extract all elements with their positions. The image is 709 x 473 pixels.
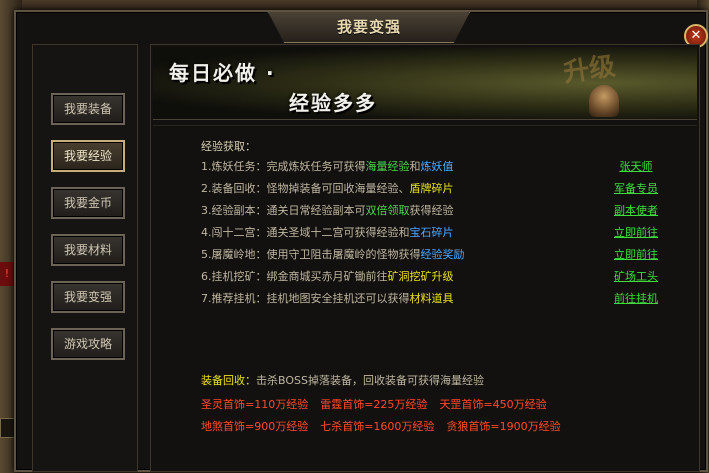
bonus-item: 天罡首饰=450万经验 [439, 398, 547, 411]
task-row: 2.装备回收：怪物掉装备可回收海量经验、盾牌碎片 军备专员 [201, 180, 681, 198]
task-highlight: 材料道具 [409, 292, 454, 305]
nav-button-equipment[interactable]: 我要装备 [51, 93, 125, 125]
task-name: 2.装备回收： [201, 182, 267, 195]
nav-button-experience[interactable]: 我要经验 [51, 140, 125, 172]
banner-title-line1: 每日必做 · [169, 61, 276, 85]
recycle-text: 击杀BOSS掉落装备，回收装备可获得海量经验 [256, 374, 484, 387]
task-highlight: 经验奖励 [420, 248, 465, 261]
task-link-dungeon-envoy[interactable]: 副本使者 [591, 202, 681, 220]
equipment-recycle-note: 装备回收：击杀BOSS掉落装备，回收装备可获得海量经验 [201, 372, 484, 388]
nav-button-guide[interactable]: 游戏攻略 [51, 328, 125, 360]
task-name: 1.炼妖任务： [201, 160, 267, 173]
main-panel: 每日必做 · 经验多多 升级 经验获取： 1.炼妖任务：完成炼妖任务可获得海量经… [150, 44, 700, 472]
nav-button-gold[interactable]: 我要金币 [51, 187, 125, 219]
daily-banner: 每日必做 · 经验多多 升级 [153, 47, 697, 120]
nav-panel: 我要装备 我要经验 我要金币 我要材料 我要变强 游戏攻略 [32, 44, 138, 472]
task-name: 4.闯十二宫： [201, 226, 267, 239]
banner-character-image [589, 85, 619, 117]
task-highlight: 盾牌碎片 [409, 182, 454, 195]
recycle-label: 装备回收： [201, 374, 256, 387]
task-desc-mid: 和 [409, 160, 421, 173]
section-title: 经验获取： [201, 140, 256, 153]
task-desc: 怪物掉装备可回收海量经验、 [266, 182, 410, 195]
task-row: 4.闯十二宫：通关圣域十二宫可获得经验和宝石碎片 立即前往 [201, 224, 681, 242]
task-name: 3.经验副本： [201, 204, 267, 217]
nav-button-materials[interactable]: 我要材料 [51, 234, 125, 266]
task-highlight-2: 炼妖值 [420, 160, 454, 173]
task-link-zhang-tianshi[interactable]: 张天师 [591, 158, 681, 176]
task-row: 7.推荐挂机：挂机地图安全挂机还可以获得材料道具 前往挂机 [201, 290, 681, 308]
task-name: 7.推荐挂机： [201, 292, 267, 305]
experience-content: 经验获取： 1.炼妖任务：完成炼妖任务可获得海量经验和炼妖值 张天师 2.装备回… [153, 125, 697, 470]
task-highlight: 双倍领取 [365, 204, 410, 217]
task-row: 5.屠魔岭地：使用守卫阻击屠魔岭的怪物获得经验奖励 立即前往 [201, 246, 681, 264]
banner-upgrade-emblem: 升级 [561, 51, 618, 89]
task-desc: 使用守卫阻击屠魔岭的怪物获得 [266, 248, 421, 261]
task-link-go-afk[interactable]: 前往挂机 [591, 290, 681, 308]
task-desc: 完成炼妖任务可获得 [266, 160, 366, 173]
task-desc: 通关圣域十二宫可获得经验和 [266, 226, 410, 239]
task-desc: 挂机地图安全挂机还可以获得 [266, 292, 410, 305]
task-link-mine-foreman[interactable]: 矿场工头 [591, 268, 681, 286]
bonus-item: 圣灵首饰=110万经验 [201, 398, 309, 411]
task-row: 3.经验副本：通关日常经验副本可双倍领取获得经验 副本使者 [201, 202, 681, 220]
window-title-plate: 我要变强 [268, 12, 470, 43]
task-highlight: 矿洞挖矿升级 [387, 270, 454, 283]
side-warning-badge: ! [0, 262, 14, 286]
task-link-armory-officer[interactable]: 军备专员 [591, 180, 681, 198]
bonus-row: 地煞首饰=900万经验 七杀首饰=1600万经验 贪狼首饰=1900万经验 [201, 418, 573, 434]
task-desc: 通关日常经验副本可 [266, 204, 366, 217]
banner-title-line2: 经验多多 [289, 91, 377, 115]
task-highlight: 宝石碎片 [409, 226, 454, 239]
task-desc: 绑金商城买赤月矿锄前往 [266, 270, 388, 283]
task-link-go-now[interactable]: 立即前往 [591, 224, 681, 242]
task-name: 5.屠魔岭地： [201, 248, 267, 261]
bonus-row: 圣灵首饰=110万经验 雷霆首饰=225万经验 天罡首饰=450万经验 [201, 396, 559, 412]
become-stronger-window: 我要变强 ✕ 我要装备 我要经验 我要金币 我要材料 我要变强 游戏攻略 每日必… [14, 10, 708, 472]
bonus-item: 七杀首饰=1600万经验 [320, 420, 435, 433]
bonus-item: 雷霆首饰=225万经验 [320, 398, 428, 411]
bonus-item: 地煞首饰=900万经验 [201, 420, 309, 433]
task-link-go-now[interactable]: 立即前往 [591, 246, 681, 264]
task-highlight: 海量经验 [365, 160, 410, 173]
bonus-item: 贪狼首饰=1900万经验 [446, 420, 561, 433]
task-name: 6.挂机挖矿： [201, 270, 267, 283]
task-desc-mid: 获得经验 [409, 204, 454, 217]
task-row: 6.挂机挖矿：绑金商城买赤月矿锄前往矿洞挖矿升级 矿场工头 [201, 268, 681, 286]
task-row: 1.炼妖任务：完成炼妖任务可获得海量经验和炼妖值 张天师 [201, 158, 681, 176]
window-title: 我要变强 [336, 18, 401, 36]
nav-button-stronger[interactable]: 我要变强 [51, 281, 125, 313]
